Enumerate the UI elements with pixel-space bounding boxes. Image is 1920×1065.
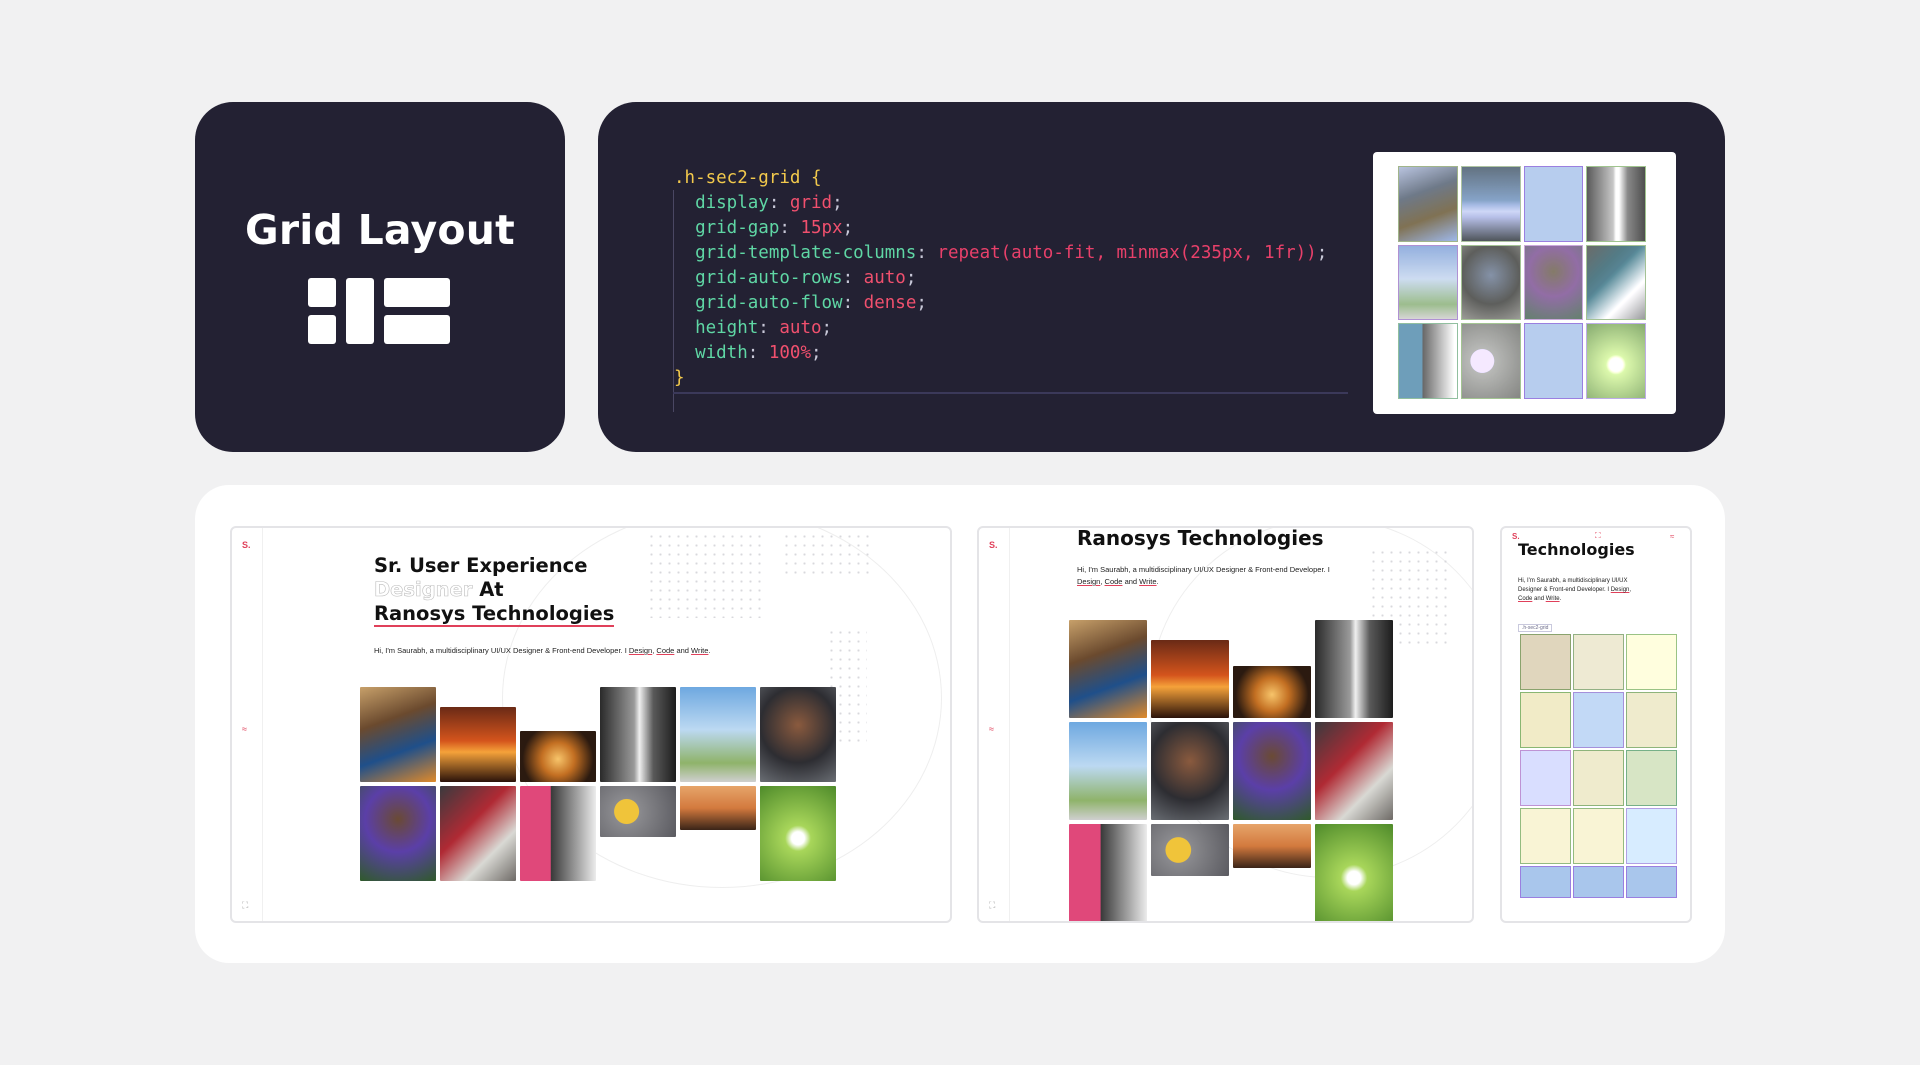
code-selector: .h-sec2-grid <box>674 168 801 188</box>
write-link[interactable]: Write <box>1139 577 1156 586</box>
gallery-photo <box>760 687 836 782</box>
gallery-photo <box>1069 722 1147 820</box>
menu-icon: ≈ <box>1670 532 1675 541</box>
hero-subtitle: Hi, I'm Saurabh, a multidisciplinary UI/… <box>1518 578 1632 602</box>
hero-title: Sr. User Experience Designer At Ranosys … <box>374 554 615 627</box>
gallery-photo <box>360 786 436 881</box>
tablet-preview: S. ≈ ⛶ Ranosys Technologies Hi, I'm Saur… <box>977 526 1474 923</box>
preview-cell <box>1523 166 1584 242</box>
menu-icon: ≈ <box>989 724 994 734</box>
hero-subtitle: Hi, I'm Saurabh, a multidisciplinary UI/… <box>1077 565 1330 586</box>
preview-cell <box>1523 244 1584 321</box>
mobile-grid-cell <box>1520 866 1571 898</box>
gallery-photo <box>1315 722 1393 820</box>
logo: S. <box>242 540 251 550</box>
preview-cell <box>1460 323 1521 399</box>
code-prop: height <box>695 318 759 338</box>
gallery-photo <box>1069 620 1147 718</box>
gallery-photo <box>440 707 516 782</box>
grid-label: .h-sec2-grid <box>1518 624 1553 632</box>
code-prop: grid-template-columns <box>695 243 917 263</box>
mobile-grid-cell <box>1520 808 1571 864</box>
mobile-grid-cell <box>1573 750 1624 806</box>
gallery-photo <box>1069 824 1147 921</box>
design-link[interactable]: Design <box>1611 587 1630 593</box>
gallery-photo <box>680 687 756 782</box>
preview-cell <box>1460 166 1521 242</box>
gallery-photo <box>520 731 596 782</box>
code-prop: grid-gap <box>695 218 780 238</box>
title-card: Grid Layout <box>195 102 565 452</box>
gallery-photo <box>1233 666 1311 718</box>
write-link[interactable]: Write <box>1546 596 1560 602</box>
code-card: .h-sec2-grid { display: grid; grid-gap: … <box>598 102 1725 452</box>
code-link[interactable]: Code <box>1105 577 1123 586</box>
preview-grid <box>1398 166 1646 399</box>
hero-title: Ranosys Technologies <box>1077 526 1324 550</box>
mobile-grid-cell <box>1573 808 1624 864</box>
design-link[interactable]: Design <box>629 646 652 655</box>
preview-cell <box>1398 244 1458 321</box>
grid-preview <box>1373 152 1676 414</box>
code-underline <box>673 392 1348 394</box>
preview-cell <box>1460 244 1521 321</box>
gallery-photo <box>1151 640 1229 718</box>
preview-cell <box>1586 244 1646 321</box>
code-prop: grid-auto-flow <box>695 293 843 313</box>
gallery-photo <box>1151 722 1229 820</box>
write-link[interactable]: Write <box>691 646 708 655</box>
gallery-photo <box>1151 824 1229 876</box>
mobile-grid-cell <box>1626 692 1677 748</box>
grid-layout-icon <box>308 278 452 348</box>
mobile-grid-cell <box>1573 692 1624 748</box>
code-prop: width <box>695 343 748 363</box>
hero-subtitle: Hi, I'm Saurabh, a multidisciplinary UI/… <box>374 646 711 655</box>
gallery-photo <box>1315 824 1393 921</box>
preview-cell <box>1523 323 1584 399</box>
mobile-grid-cell <box>1626 808 1677 864</box>
dot-pattern <box>647 532 767 618</box>
gallery-photo <box>600 687 676 782</box>
mobile-grid-cell <box>1520 692 1571 748</box>
mobile-grid-cell <box>1520 750 1571 806</box>
design-link[interactable]: Design <box>1077 577 1100 586</box>
gallery-photo <box>760 786 836 881</box>
responsive-showcase: S. ≈ ⛶ Sr. User Experience Designer At R… <box>195 485 1725 963</box>
title-card-heading: Grid Layout <box>245 206 515 254</box>
mobile-grid-cell <box>1573 634 1624 690</box>
dot-pattern <box>782 532 872 577</box>
expand-icon: ⛶ <box>242 900 249 910</box>
code-link[interactable]: Code <box>656 646 674 655</box>
gallery-photo <box>520 786 596 881</box>
mobile-grid-cell <box>1626 634 1677 690</box>
code-snippet: .h-sec2-grid { display: grid; grid-gap: … <box>674 168 1328 388</box>
preview-cell <box>1586 323 1646 399</box>
gallery-photo <box>1233 824 1311 868</box>
hero-title: Technologies <box>1518 540 1635 559</box>
desktop-preview: S. ≈ ⛶ Sr. User Experience Designer At R… <box>230 526 952 923</box>
gallery-photo <box>360 687 436 782</box>
gallery-photo <box>680 786 756 830</box>
gallery-photo <box>1233 722 1311 820</box>
logo: S. <box>989 540 998 550</box>
mobile-grid-cell <box>1626 750 1677 806</box>
gallery-photo <box>600 786 676 837</box>
preview-cell <box>1398 166 1458 242</box>
gallery-photo <box>440 786 516 881</box>
expand-icon: ⛶ <box>989 900 996 910</box>
mobile-grid-cell <box>1573 866 1624 898</box>
mobile-grid-cell <box>1520 634 1571 690</box>
preview-cell <box>1586 166 1646 242</box>
code-prop: grid-auto-rows <box>695 268 843 288</box>
code-prop: display <box>695 193 769 213</box>
mobile-preview: S. ⛶ ≈ Technologies Hi, I'm Saurabh, a m… <box>1500 526 1692 923</box>
code-link[interactable]: Code <box>1518 596 1532 602</box>
menu-icon: ≈ <box>242 724 247 734</box>
preview-cell <box>1398 323 1458 399</box>
gallery-photo <box>1315 620 1393 718</box>
mobile-grid-cell <box>1626 866 1677 898</box>
